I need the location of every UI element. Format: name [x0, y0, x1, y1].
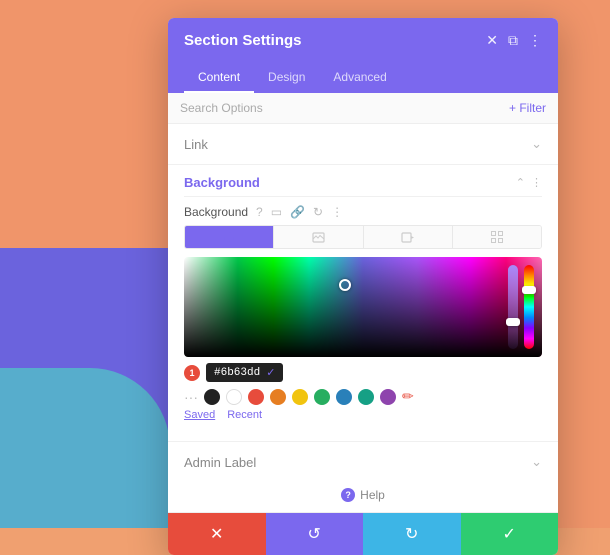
bg-undo-icon[interactable]: ↻	[313, 205, 323, 219]
admin-label-text: Admin Label	[184, 455, 256, 470]
modal-header-icons: ✕ ⧉ ⋮	[486, 32, 542, 49]
alpha-slider-thumb[interactable]	[506, 318, 520, 326]
admin-label-chevron-icon: ⌄	[531, 454, 542, 470]
background-header: Background ⌃ ⋮	[184, 165, 542, 197]
background-label: Background	[184, 205, 248, 219]
section-settings-modal: Section Settings ✕ ⧉ ⋮ Content Design Ad…	[168, 18, 558, 555]
modal-header: Section Settings ✕ ⧉ ⋮	[168, 18, 558, 63]
bg-type-color[interactable]	[185, 226, 274, 248]
hue-slider-thumb[interactable]	[522, 286, 536, 294]
help-label[interactable]: Help	[360, 488, 385, 502]
bg-dots-icon[interactable]: ⋮	[331, 205, 343, 219]
hex-value: #6b63dd	[214, 367, 260, 379]
cancel-button[interactable]: ✕	[168, 513, 266, 555]
link-label: Link	[184, 137, 208, 152]
bg-type-image[interactable]	[274, 226, 363, 248]
color-picker-canvas[interactable]	[184, 257, 542, 357]
recent-button[interactable]: Recent	[227, 409, 262, 421]
bg-type-video[interactable]	[364, 226, 453, 248]
reset-button[interactable]: ↺	[266, 513, 364, 555]
close-icon[interactable]: ✕	[486, 32, 498, 49]
hex-input-wrapper[interactable]: #6b63dd ✓	[206, 363, 283, 382]
edit-swatch-icon[interactable]: ✏	[402, 388, 414, 405]
tab-design[interactable]: Design	[254, 63, 319, 93]
swatch-green[interactable]	[314, 389, 330, 405]
saved-recent-row: Saved Recent	[184, 409, 542, 421]
hex-confirm-icon[interactable]: ✓	[266, 366, 275, 379]
hue-slider-track[interactable]	[524, 265, 534, 349]
background-collapse-icon[interactable]: ⌃	[516, 176, 525, 189]
swatch-red[interactable]	[248, 389, 264, 405]
link-chevron-icon: ⌄	[531, 136, 542, 152]
modal-footer: ✕ ↺ ↻ ✓	[168, 512, 558, 555]
bg-device-icon[interactable]: ▭	[271, 205, 282, 219]
modal-body: Link ⌄ Background ⌃ ⋮ Background ? ▭ 🔗 ↻…	[168, 124, 558, 512]
more-swatches-icon[interactable]: ···	[184, 389, 198, 405]
help-icon: ?	[341, 488, 355, 502]
swatches-row: ··· ✏	[184, 388, 542, 405]
search-bar: Search Options + Filter	[168, 93, 558, 124]
bg-teal	[0, 368, 170, 528]
modal-tabs: Content Design Advanced	[168, 63, 558, 93]
background-header-right: ⌃ ⋮	[516, 176, 542, 189]
swatch-blue[interactable]	[336, 389, 352, 405]
redo-button[interactable]: ↻	[363, 513, 461, 555]
tab-advanced[interactable]: Advanced	[319, 63, 400, 93]
background-title: Background	[184, 175, 260, 190]
help-row: ? Help	[168, 482, 558, 512]
swatch-teal[interactable]	[358, 389, 374, 405]
color-index-badge: 1	[184, 365, 200, 381]
saved-button[interactable]: Saved	[184, 409, 215, 421]
bg-type-tabs	[184, 225, 542, 249]
tab-content[interactable]: Content	[184, 63, 254, 93]
link-section-row[interactable]: Link ⌄	[168, 124, 558, 165]
search-placeholder: Search Options	[180, 101, 263, 115]
bg-controls-row: Background ? ▭ 🔗 ↻ ⋮	[184, 205, 542, 219]
filter-button[interactable]: + Filter	[509, 101, 546, 115]
color-gradient	[184, 257, 542, 357]
swatch-black[interactable]	[204, 389, 220, 405]
alpha-slider-track[interactable]	[508, 265, 518, 349]
background-more-icon[interactable]: ⋮	[531, 176, 542, 189]
save-button[interactable]: ✓	[461, 513, 559, 555]
duplicate-icon[interactable]: ⧉	[508, 32, 518, 49]
swatch-purple[interactable]	[380, 389, 396, 405]
more-icon[interactable]: ⋮	[528, 32, 542, 49]
picker-cursor	[339, 279, 351, 291]
admin-label-row[interactable]: Admin Label ⌄	[168, 441, 558, 482]
bg-link-icon[interactable]: 🔗	[290, 205, 305, 219]
background-section: Background ⌃ ⋮ Background ? ▭ 🔗 ↻ ⋮	[168, 165, 558, 441]
bg-help-icon[interactable]: ?	[256, 205, 263, 219]
modal-title: Section Settings	[184, 32, 302, 49]
swatch-white[interactable]	[226, 389, 242, 405]
bg-type-pattern[interactable]	[453, 226, 541, 248]
hex-input-row: 1 #6b63dd ✓	[184, 363, 542, 382]
swatch-orange[interactable]	[270, 389, 286, 405]
swatch-yellow[interactable]	[292, 389, 308, 405]
